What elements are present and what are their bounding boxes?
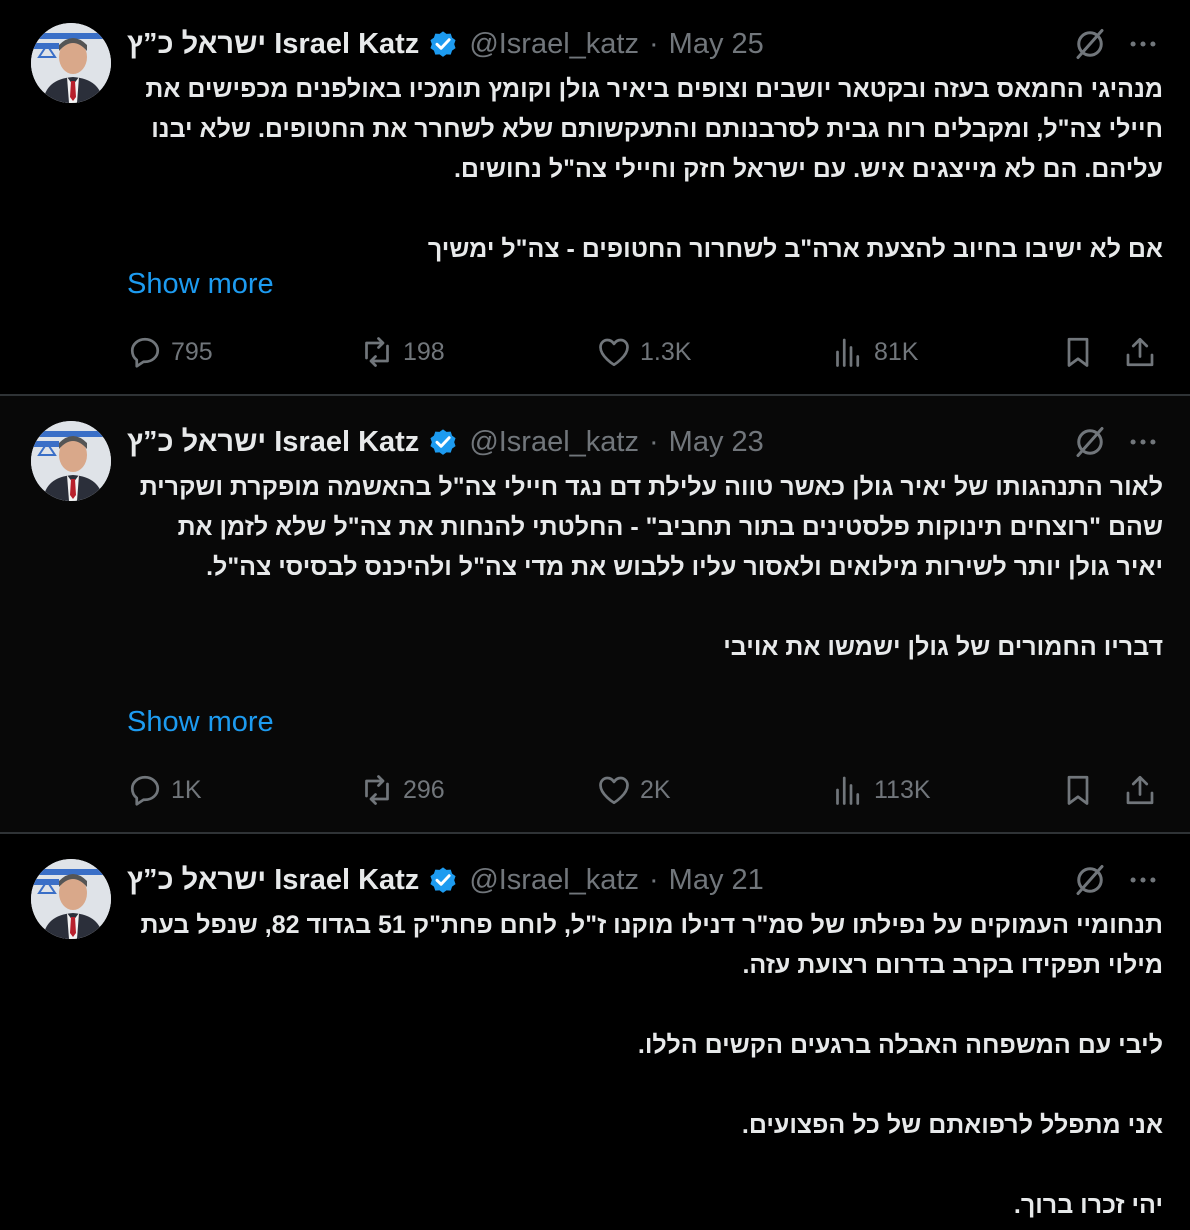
views-button[interactable]: 81K: [830, 332, 918, 372]
verified-badge-icon: [430, 31, 456, 57]
tweet-header: ישראל כ”ץ Israel Katz @Israel_katz · May…: [127, 860, 1160, 900]
verified-badge-icon: [430, 429, 456, 455]
repost-count: 198: [403, 337, 445, 366]
tweet-paragraph: ליבי עם המשפחה האבלה ברגעים הקשים הללו.: [637, 1031, 1163, 1059]
separator-dot: ·: [648, 863, 659, 896]
share-icon[interactable]: [1122, 772, 1158, 808]
tweet-actions: 1K 296 2K 113K: [127, 770, 1160, 810]
repost-icon: [365, 775, 389, 805]
heart-icon: [599, 776, 629, 805]
bookmark-icon[interactable]: [1060, 334, 1096, 370]
views-button[interactable]: 113K: [830, 770, 931, 810]
heart-icon: [599, 338, 629, 367]
tweet-paragraph: אני מתפלל לרפואתם של כל הפצועים.: [741, 1111, 1163, 1139]
verified-badge-icon: [430, 867, 456, 893]
author-name[interactable]: ישראל כ”ץ Israel Katz: [127, 864, 419, 897]
tweet-text: מנהיגי החמאס בעזה ובקטאר יושבים וצופים ב…: [127, 69, 1163, 269]
tweet-text: תנחומיי העמוקים על נפילתו של סמ"ר דנילו …: [127, 905, 1163, 1225]
avatar[interactable]: [31, 421, 111, 501]
view-count: 81K: [874, 337, 919, 366]
reply-icon: [130, 337, 160, 368]
author-handle[interactable]: @Israel_katz: [469, 426, 639, 459]
reply-button[interactable]: 795: [127, 332, 213, 372]
tweet-date[interactable]: May 23: [669, 426, 764, 459]
tweet-paragraph: יהי זכרו ברוך.: [1013, 1191, 1163, 1219]
tweet-header: ישראל כ”ץ Israel Katz @Israel_katz · May…: [127, 422, 1160, 462]
views-icon: [836, 776, 860, 805]
show-more-link[interactable]: Show more: [127, 268, 274, 301]
reply-button[interactable]: 1K: [127, 770, 202, 810]
avatar-image: [31, 23, 111, 103]
views-icon: [836, 338, 860, 367]
avatar[interactable]: [31, 23, 111, 103]
tweet-paragraph: תנחומיי העמוקים על נפילתו של סמ"ר דנילו …: [140, 911, 1163, 979]
avatar[interactable]: [31, 859, 111, 939]
like-button[interactable]: 1.3K: [596, 332, 691, 372]
tweet-1[interactable]: ישראל כ”ץ Israel Katz @Israel_katz · May…: [0, 0, 1190, 394]
view-count: 113K: [874, 775, 931, 804]
tweet-paragraph: מנהיגי החמאס בעזה ובקטאר יושבים וצופים ב…: [145, 75, 1163, 183]
repost-button[interactable]: 296: [359, 770, 445, 810]
repost-button[interactable]: 198: [359, 332, 445, 372]
reply-count: 795: [171, 337, 213, 366]
author-handle[interactable]: @Israel_katz: [469, 864, 639, 897]
more-options-icon[interactable]: [1126, 863, 1160, 897]
share-icon[interactable]: [1122, 334, 1158, 370]
bookmark-icon[interactable]: [1060, 772, 1096, 808]
tweet-paragraph: אם לא ישיבו בחיוב להצעת ארה"ב לשחרור החט…: [427, 235, 1163, 263]
repost-icon: [365, 337, 389, 367]
reply-icon: [130, 775, 160, 806]
tweet-date[interactable]: May 25: [669, 28, 764, 61]
tweet-actions: 795 198 1.3K 81K: [127, 332, 1160, 372]
tweet-2[interactable]: ישראל כ”ץ Israel Katz @Israel_katz · May…: [0, 396, 1190, 832]
like-count: 2K: [640, 775, 671, 804]
more-options-icon[interactable]: [1126, 425, 1160, 459]
reply-count: 1K: [171, 775, 202, 804]
like-count: 1.3K: [640, 337, 692, 366]
author-name[interactable]: ישראל כ”ץ Israel Katz: [127, 28, 419, 61]
tweet-header: ישראל כ”ץ Israel Katz @Israel_katz · May…: [127, 24, 1160, 64]
like-button[interactable]: 2K: [596, 770, 671, 810]
author-name[interactable]: ישראל כ”ץ Israel Katz: [127, 426, 419, 459]
tweet-paragraph: דבריו החמורים של גולן ישמשו את אויבי: [723, 633, 1163, 661]
show-more-link[interactable]: Show more: [127, 706, 274, 739]
tweet-3[interactable]: ישראל כ”ץ Israel Katz @Israel_katz · May…: [0, 834, 1190, 1230]
more-options-icon[interactable]: [1126, 27, 1160, 61]
grok-icon[interactable]: [1072, 26, 1108, 62]
tweet-date[interactable]: May 21: [669, 864, 764, 897]
author-handle[interactable]: @Israel_katz: [469, 28, 639, 61]
separator-dot: ·: [648, 27, 659, 60]
tweet-paragraph: לאור התנהגותו של יאיר גולן כאשר טווה עלי…: [139, 473, 1163, 581]
avatar-image: [31, 421, 111, 501]
grok-icon[interactable]: [1072, 424, 1108, 460]
avatar-image: [31, 859, 111, 939]
tweet-text: לאור התנהגותו של יאיר גולן כאשר טווה עלי…: [127, 467, 1163, 667]
grok-icon[interactable]: [1072, 862, 1108, 898]
repost-count: 296: [403, 775, 445, 804]
separator-dot: ·: [648, 425, 659, 458]
